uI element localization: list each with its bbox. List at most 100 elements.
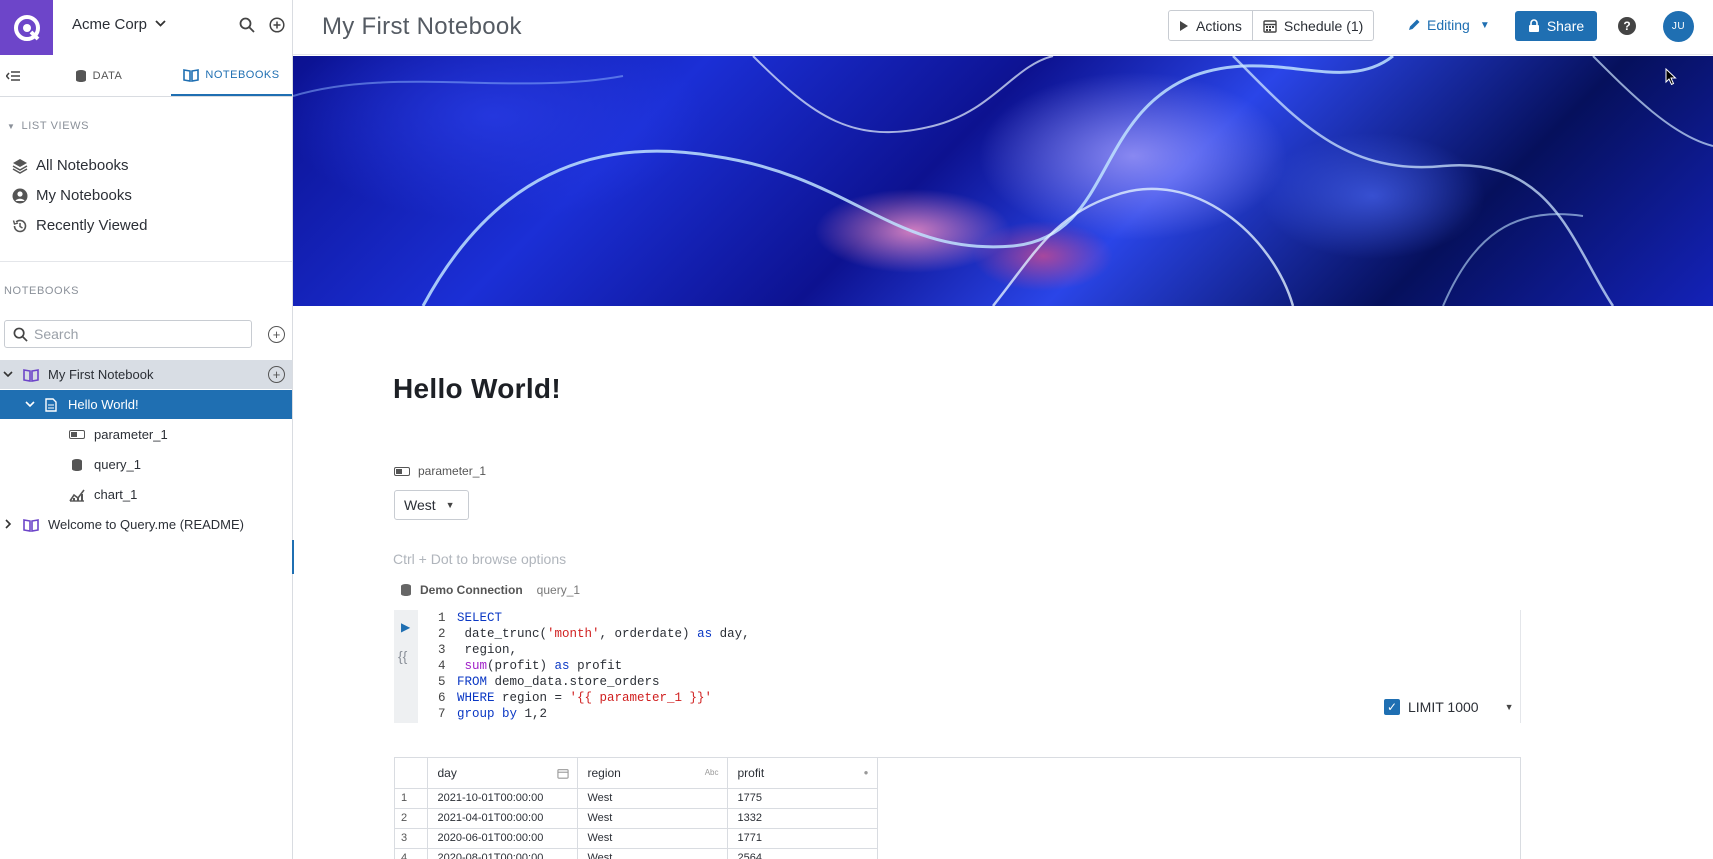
cell-profit[interactable]: 2564	[727, 848, 878, 859]
chevron-down-icon[interactable]	[22, 400, 38, 410]
number-icon: ●	[863, 768, 869, 777]
share-button[interactable]: Share	[1515, 11, 1597, 41]
lock-icon	[1528, 19, 1539, 32]
sql-editor[interactable]: ▶ {{ 1 SELECT 2 date_trunc('month', order…	[394, 610, 1521, 723]
collapse-sidebar-icon[interactable]	[0, 56, 26, 96]
layers-icon	[12, 158, 28, 174]
code-line: 3 region,	[438, 643, 518, 657]
page-title[interactable]: My First Notebook	[322, 13, 522, 41]
editing-mode-dropdown[interactable]: Editing ▼	[1407, 17, 1490, 33]
table-row[interactable]: 4 2020-08-01T00:00:00 West 2564	[395, 848, 878, 859]
cell-region[interactable]: West	[577, 828, 728, 849]
list-view-recently-viewed[interactable]: Recently Viewed	[12, 217, 147, 234]
column-label: profit	[737, 765, 765, 780]
list-view-label: All Notebooks	[36, 157, 129, 174]
cell-day[interactable]: 2020-08-01T00:00:00	[427, 848, 578, 859]
notebook-search-input[interactable]	[34, 326, 234, 342]
tree-item-label: chart_1	[94, 487, 138, 502]
org-switcher[interactable]: Acme Corp	[72, 16, 166, 33]
sidebar-tabs: DATA NOTEBOOKS	[0, 56, 292, 97]
list-view-my-notebooks[interactable]: My Notebooks	[12, 187, 132, 204]
connection-name[interactable]: Demo Connection	[420, 583, 523, 597]
cell-day[interactable]: 2021-04-01T00:00:00	[427, 808, 578, 829]
caret-down-icon[interactable]: ▼	[1505, 702, 1514, 712]
code-line: 2 date_trunc('month', orderdate) as day,	[438, 627, 750, 641]
book-icon	[22, 368, 40, 382]
block-hint[interactable]: Ctrl + Dot to browse options	[393, 551, 566, 567]
caret-down-icon: ▼	[445, 500, 455, 510]
caret-down-icon: ▼	[1479, 19, 1490, 31]
chevron-down-icon[interactable]	[0, 370, 16, 380]
schedule-button[interactable]: Schedule (1)	[1251, 11, 1373, 40]
limit-toggle[interactable]: ✓ LIMIT 1000 ▼	[1384, 699, 1513, 715]
database-icon	[75, 70, 86, 82]
page-heading[interactable]: Hello World!	[393, 373, 561, 405]
play-icon	[1180, 20, 1188, 31]
tree-notebook-readme[interactable]: Welcome to Query.me (README)	[0, 510, 292, 539]
logo[interactable]	[0, 0, 53, 55]
add-page-button[interactable]: +	[268, 366, 285, 383]
code-line: 5 FROM demo_data.store_orders	[438, 675, 660, 689]
code-line: 7 group by 1,2	[438, 707, 548, 721]
list-views-label: LIST VIEWS	[21, 120, 90, 132]
header-button-group: Actions Schedule (1)	[1168, 10, 1375, 41]
schedule-label: Schedule (1)	[1283, 17, 1364, 34]
query-name[interactable]: query_1	[537, 583, 580, 597]
parameter-name: parameter_1	[418, 464, 487, 478]
cell-region[interactable]: West	[577, 788, 728, 809]
tab-data-label: DATA	[92, 70, 123, 82]
cover-image	[293, 56, 1713, 306]
search-icon[interactable]	[237, 15, 257, 35]
list-views-header[interactable]: ▼ LIST VIEWS	[7, 120, 89, 132]
cell-profit[interactable]: 1332	[727, 808, 878, 829]
template-braces-icon[interactable]: {{	[398, 648, 407, 664]
column-header-region[interactable]: region Abc	[577, 758, 728, 789]
tree-page-hello-world[interactable]: Hello World!	[0, 390, 292, 419]
actions-button[interactable]: Actions	[1169, 11, 1252, 40]
limit-checkbox[interactable]: ✓	[1384, 699, 1400, 715]
code-line: 1 SELECT	[438, 611, 503, 625]
pencil-icon	[1409, 19, 1420, 30]
table-row[interactable]: 3 2020-06-01T00:00:00 West 1771	[395, 828, 878, 849]
calendar-icon	[556, 768, 569, 781]
chevron-down-icon	[155, 19, 166, 30]
tree-item-parameter[interactable]: parameter_1	[0, 420, 292, 449]
add-notebook-button[interactable]: +	[268, 326, 285, 343]
run-query-icon[interactable]: ▶	[401, 620, 410, 634]
database-icon	[68, 458, 86, 472]
editing-label: Editing	[1427, 17, 1470, 33]
tree-item-query[interactable]: query_1	[0, 450, 292, 479]
column-header-profit[interactable]: profit ●	[727, 758, 878, 789]
row-index: 2	[395, 808, 428, 829]
help-icon[interactable]: ?	[1618, 17, 1636, 35]
cell-region[interactable]: West	[577, 848, 728, 859]
history-icon	[12, 218, 28, 234]
parameter-select[interactable]: West ▼	[394, 490, 469, 520]
tree-notebook-my-first-notebook[interactable]: My First Notebook +	[0, 360, 292, 389]
tree-item-label: query_1	[94, 457, 141, 472]
tree-item-chart[interactable]: chart_1	[0, 480, 292, 509]
chevron-right-icon[interactable]	[0, 518, 16, 531]
cell-profit[interactable]: 1775	[727, 788, 878, 809]
list-view-all-notebooks[interactable]: All Notebooks	[12, 157, 129, 174]
cell-profit[interactable]: 1771	[727, 828, 878, 849]
sidebar-resize-handle[interactable]	[292, 540, 294, 574]
cell-region[interactable]: West	[577, 808, 728, 829]
tab-notebooks[interactable]: NOTEBOOKS	[171, 56, 292, 96]
list-view-label: My Notebooks	[36, 187, 132, 204]
tab-data[interactable]: DATA	[26, 56, 171, 96]
tree-page-label: Hello World!	[68, 397, 139, 412]
add-circle-icon[interactable]	[267, 15, 287, 35]
logo-icon	[13, 14, 40, 41]
sql-code[interactable]: 1 SELECT 2 date_trunc('month', orderdate)…	[438, 610, 750, 722]
table-row[interactable]: 1 2021-10-01T00:00:00 West 1775	[395, 788, 878, 809]
tree-notebook-label: Welcome to Query.me (README)	[48, 517, 245, 532]
sidebar: Acme Corp DATA NOTEBOOKS ▼ LIST VIEWS Al…	[0, 0, 293, 859]
column-header-day[interactable]: day	[427, 758, 578, 789]
notebook-search[interactable]	[4, 320, 252, 348]
column-label: region	[587, 765, 621, 780]
cell-day[interactable]: 2021-10-01T00:00:00	[427, 788, 578, 809]
cell-day[interactable]: 2020-06-01T00:00:00	[427, 828, 578, 849]
table-row[interactable]: 2 2021-04-01T00:00:00 West 1332	[395, 808, 878, 829]
avatar[interactable]: JU	[1663, 11, 1694, 42]
